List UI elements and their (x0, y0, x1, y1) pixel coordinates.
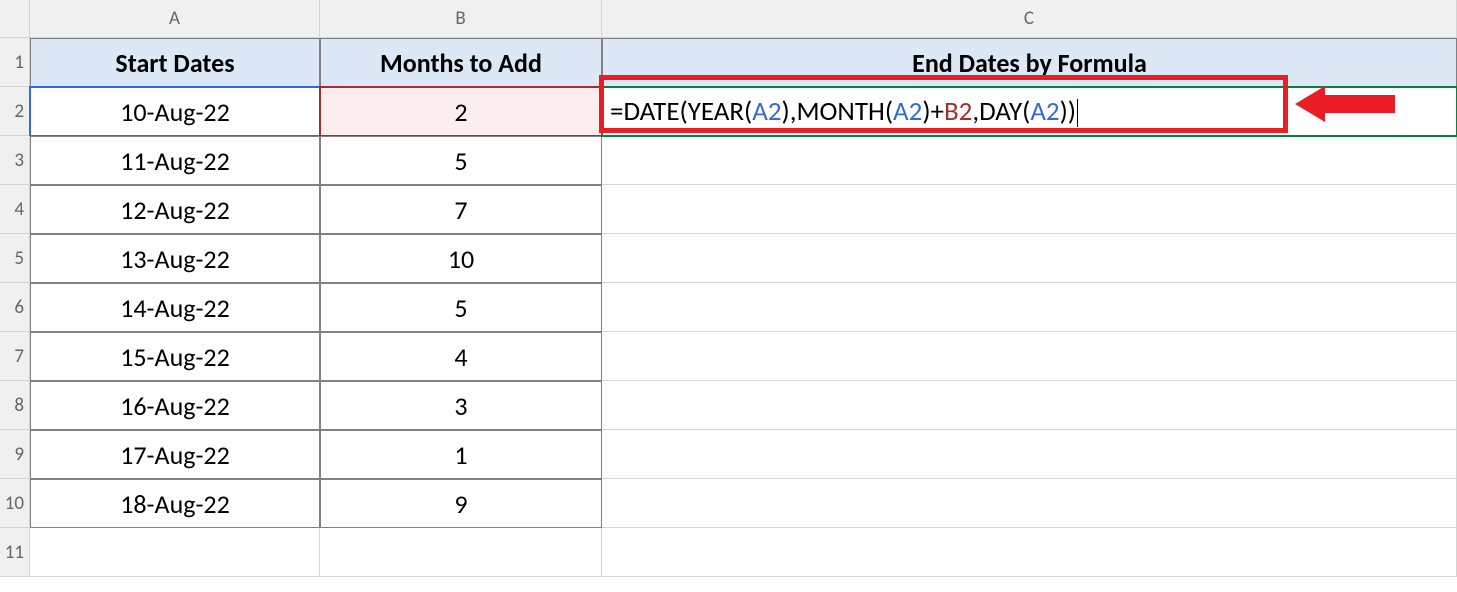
cell-A11[interactable] (30, 528, 320, 577)
cell-A2[interactable]: 10-Aug-22 (30, 87, 320, 136)
formula-seg: )+ (922, 95, 944, 128)
cell-A9[interactable]: 17-Aug-22 (30, 430, 320, 479)
row-header-7[interactable]: 7 (0, 332, 30, 381)
column-header-B[interactable]: B (320, 0, 602, 38)
formula-seg: =DATE(YEAR( (610, 95, 752, 128)
cell-A4[interactable]: 12-Aug-22 (30, 185, 320, 234)
cell-C5[interactable] (602, 234, 1457, 283)
cell-B8[interactable]: 3 (320, 381, 602, 430)
cell-C3[interactable] (602, 136, 1457, 185)
spreadsheet-grid: A B C 1 Start Dates Months to Add End Da… (0, 0, 1457, 577)
row-header-6[interactable]: 6 (0, 283, 30, 332)
row-header-2[interactable]: 2 (0, 87, 30, 136)
cell-A3[interactable]: 11-Aug-22 (30, 136, 320, 185)
cell-B10[interactable]: 9 (320, 479, 602, 528)
cell-A8[interactable]: 16-Aug-22 (30, 381, 320, 430)
row-header-8[interactable]: 8 (0, 381, 30, 430)
cell-A7[interactable]: 15-Aug-22 (30, 332, 320, 381)
formula-seg: ,DAY( (972, 95, 1030, 128)
cell-B7[interactable]: 4 (320, 332, 602, 381)
formula-ref-A2: A2 (893, 95, 922, 128)
row-header-9[interactable]: 9 (0, 430, 30, 479)
header-start-dates[interactable]: Start Dates (30, 38, 320, 87)
cell-C6[interactable] (602, 283, 1457, 332)
cell-B9[interactable]: 1 (320, 430, 602, 479)
corner-select-all[interactable] (0, 0, 30, 38)
cell-B11[interactable] (320, 528, 602, 577)
row-header-1[interactable]: 1 (0, 38, 30, 87)
row-header-3[interactable]: 3 (0, 136, 30, 185)
header-end-dates-formula[interactable]: End Dates by Formula (602, 38, 1457, 87)
callout-arrow-icon (1295, 86, 1395, 122)
cell-C8[interactable] (602, 381, 1457, 430)
cell-A10[interactable]: 18-Aug-22 (30, 479, 320, 528)
formula-seg: ),MONTH( (782, 95, 893, 128)
cell-B6[interactable]: 5 (320, 283, 602, 332)
header-months-to-add[interactable]: Months to Add (320, 38, 602, 87)
cell-C11[interactable] (602, 528, 1457, 577)
cell-A6[interactable]: 14-Aug-22 (30, 283, 320, 332)
cell-A5[interactable]: 13-Aug-22 (30, 234, 320, 283)
formula-ref-A2: A2 (1030, 95, 1059, 128)
cell-B4[interactable]: 7 (320, 185, 602, 234)
row-header-11[interactable]: 11 (0, 528, 30, 577)
formula-ref-A2: A2 (752, 95, 781, 128)
cell-C10[interactable] (602, 479, 1457, 528)
column-header-C[interactable]: C (602, 0, 1457, 38)
cell-C9[interactable] (602, 430, 1457, 479)
cell-B5[interactable]: 10 (320, 234, 602, 283)
row-header-4[interactable]: 4 (0, 185, 30, 234)
formula-text: =DATE(YEAR(A2),MONTH(A2)+B2,DAY(A2)) (610, 95, 1078, 128)
cell-B3[interactable]: 5 (320, 136, 602, 185)
formula-ref-B2: B2 (944, 95, 972, 128)
row-header-10[interactable]: 10 (0, 479, 30, 528)
cell-B2[interactable]: 2 (320, 87, 602, 136)
formula-seg: )) (1060, 95, 1076, 128)
column-header-A[interactable]: A (30, 0, 320, 38)
row-header-5[interactable]: 5 (0, 234, 30, 283)
text-caret (1077, 99, 1078, 127)
cell-C4[interactable] (602, 185, 1457, 234)
cell-C7[interactable] (602, 332, 1457, 381)
